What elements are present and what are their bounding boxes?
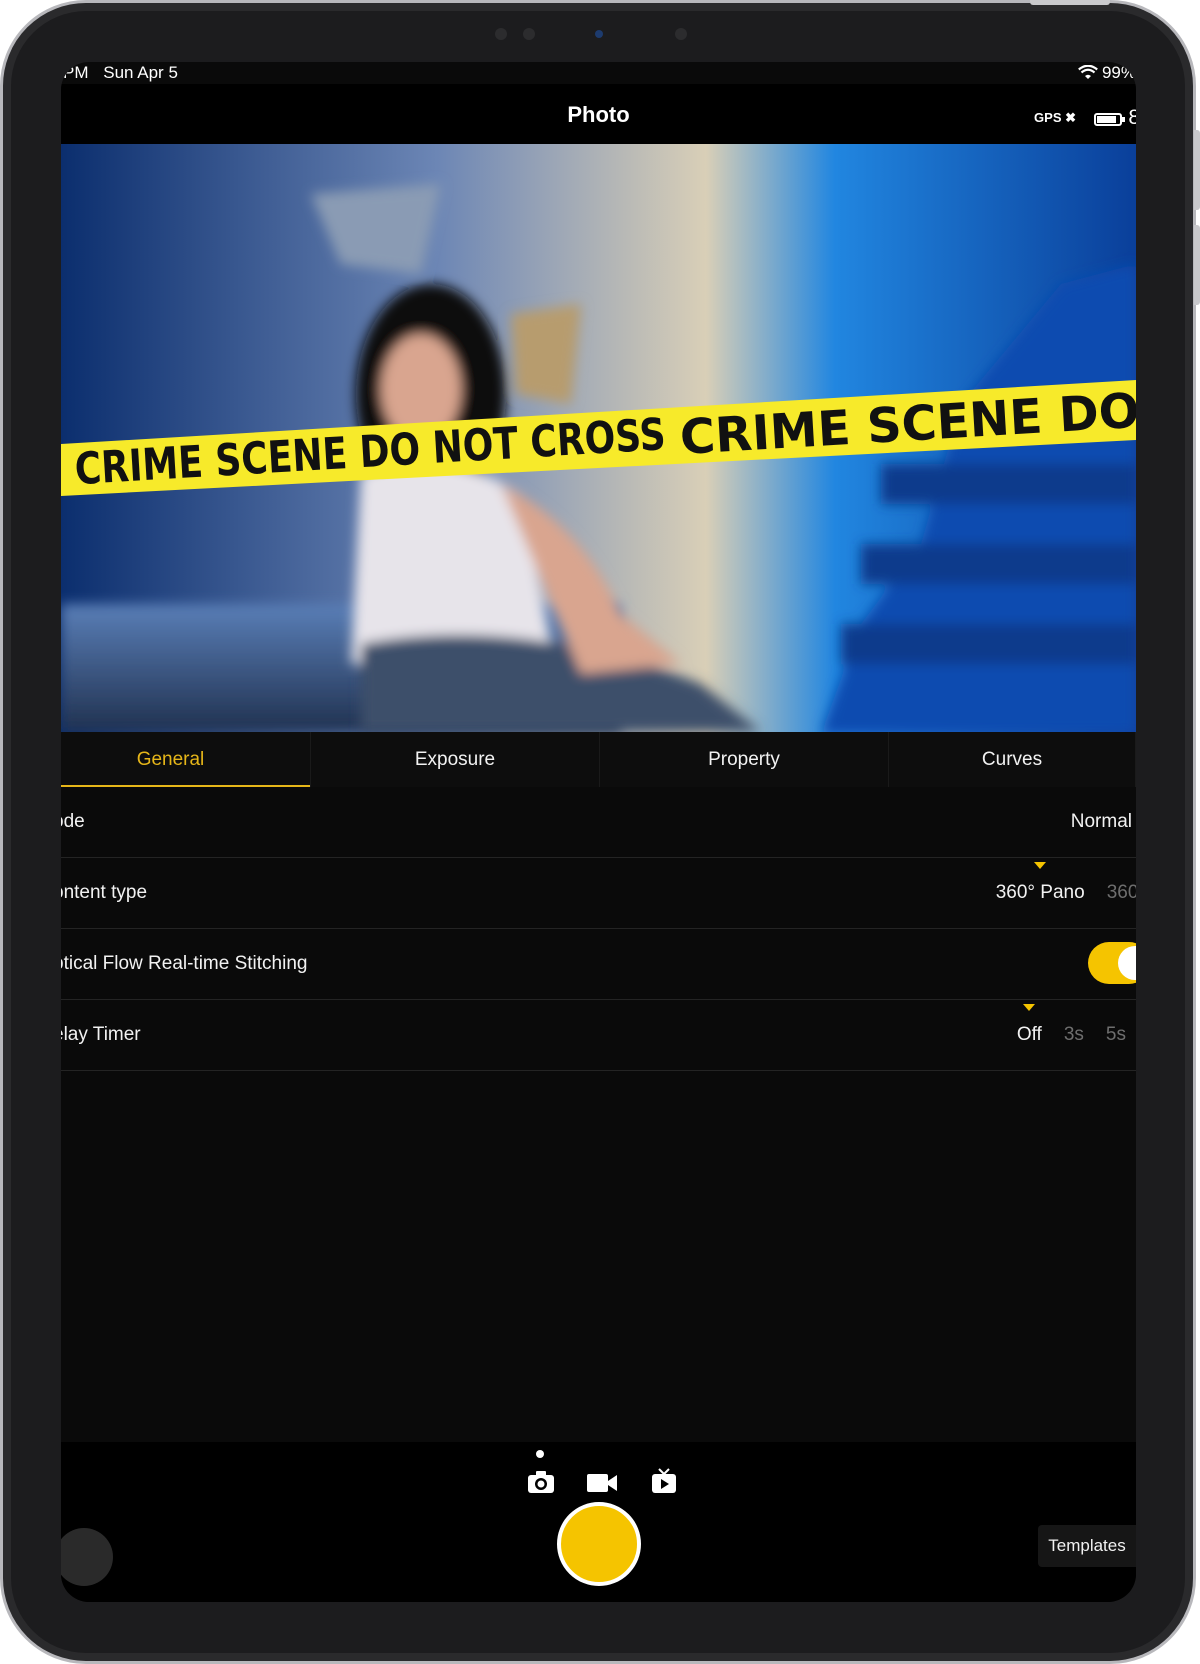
video-camera-icon xyxy=(587,1474,617,1492)
sensor-array xyxy=(495,24,710,42)
volume-down-button xyxy=(1194,225,1200,305)
page-title: Photo xyxy=(567,102,630,127)
front-camera-icon xyxy=(595,30,603,38)
camera-icon xyxy=(528,1471,554,1493)
capture-panel: Templates xyxy=(61,1442,1136,1602)
gps-status: GPS ✖ xyxy=(1034,110,1076,125)
live-stream-icon xyxy=(652,1468,676,1493)
camera-preview[interactable]: CRIME SCENE DO NOT CROSS CRIME SCENE DO … xyxy=(61,144,1136,732)
camera-battery-icon xyxy=(1094,113,1125,126)
toggle-knob xyxy=(1118,946,1136,980)
setting-row-mode[interactable]: ode Normal xyxy=(61,787,1136,858)
sensor xyxy=(675,28,687,40)
title-bar: Photo GPS ✖ 8 xyxy=(61,84,1136,144)
tab-exposure[interactable]: Exposure xyxy=(311,732,600,787)
battery-percent: 99% xyxy=(1101,63,1136,82)
gallery-thumbnail[interactable] xyxy=(61,1528,113,1586)
delay-timer-label: elay Timer xyxy=(61,1024,141,1045)
record-count: 8 xyxy=(1128,106,1136,129)
app-screen: PM Sun Apr 5 99% Photo GPS ✖ 8 CRIME SCE… xyxy=(61,62,1136,1602)
tab-curves[interactable]: Curves xyxy=(889,732,1136,787)
status-right: 99% xyxy=(1078,63,1136,83)
settings-list: ode Normal ontent type 360° Pano 360° pt… xyxy=(61,787,1136,1071)
delay-timer-selector[interactable]: Off 3s 5s xyxy=(1017,1004,1126,1046)
content-type-label: ontent type xyxy=(61,882,148,903)
setting-row-optical-flow: ptical Flow Real-time Stitching xyxy=(61,929,1136,1000)
content-type-option-360[interactable]: 360° xyxy=(1107,882,1136,904)
mode-value[interactable]: Normal xyxy=(1071,811,1132,833)
delay-timer-option-off[interactable]: Off xyxy=(1017,1004,1042,1046)
live-mode-button[interactable] xyxy=(651,1468,677,1498)
status-bar: PM Sun Apr 5 99% xyxy=(61,62,1136,84)
status-time-date: PM Sun Apr 5 xyxy=(63,63,178,83)
mode-label: ode xyxy=(61,811,85,832)
wifi-icon xyxy=(1078,65,1098,79)
templates-button[interactable]: Templates xyxy=(1038,1525,1136,1567)
sensor xyxy=(495,28,507,40)
optical-flow-toggle[interactable] xyxy=(1088,942,1136,984)
sensor xyxy=(523,28,535,40)
content-type-selector[interactable]: 360° Pano 360° xyxy=(996,862,1136,904)
status-time: PM xyxy=(63,63,89,82)
delay-timer-option-3s[interactable]: 3s xyxy=(1064,1024,1084,1046)
delay-timer-option-5s[interactable]: 5s xyxy=(1106,1024,1126,1046)
content-type-option-pano[interactable]: 360° Pano xyxy=(996,862,1085,904)
active-mode-indicator xyxy=(536,1450,544,1458)
optical-flow-label: ptical Flow Real-time Stitching xyxy=(61,953,308,974)
preview-image: CRIME SCENE DO NOT CROSS CRIME SCENE DO … xyxy=(61,144,1136,732)
top-button xyxy=(1030,0,1110,5)
setting-row-content-type: ontent type 360° Pano 360° xyxy=(61,858,1136,929)
tab-general[interactable]: General xyxy=(61,732,311,787)
setting-row-delay-timer: elay Timer Off 3s 5s xyxy=(61,1000,1136,1071)
video-mode-button[interactable] xyxy=(587,1473,617,1497)
shutter-button[interactable] xyxy=(557,1502,641,1586)
photo-mode-button[interactable] xyxy=(527,1470,555,1498)
status-date: Sun Apr 5 xyxy=(103,63,178,82)
tab-property[interactable]: Property xyxy=(600,732,889,787)
settings-tabs: General Exposure Property Curves xyxy=(61,732,1136,787)
volume-up-button xyxy=(1194,130,1200,210)
